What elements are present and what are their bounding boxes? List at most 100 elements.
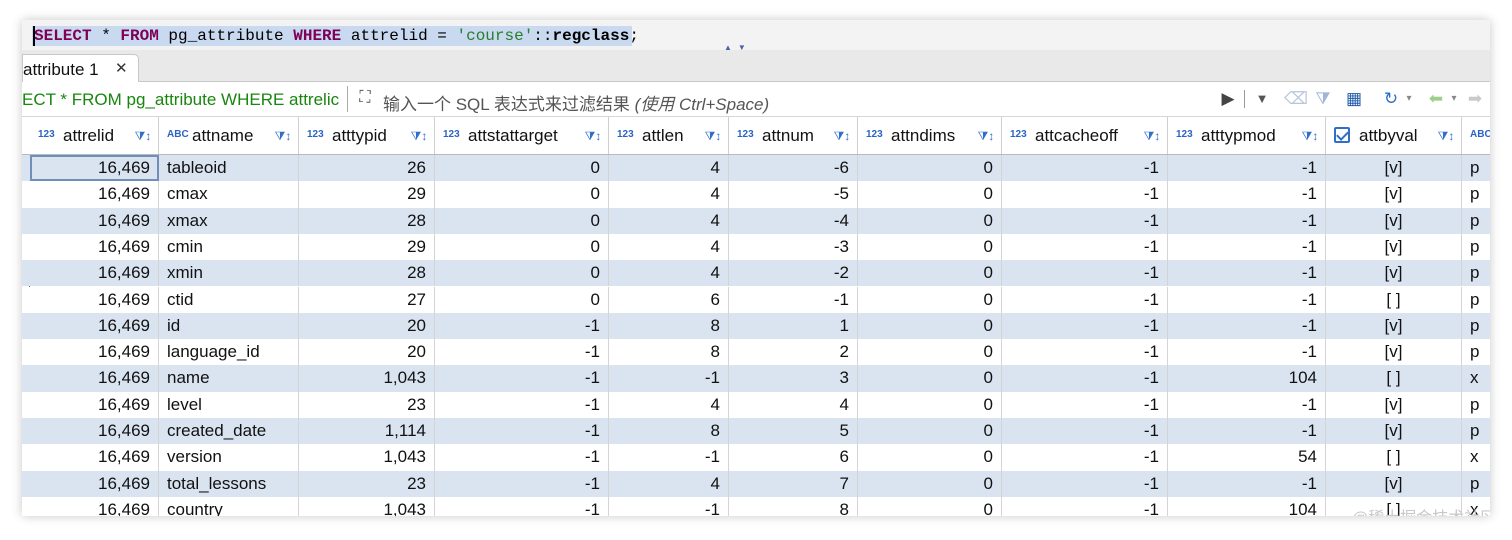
table-cell[interactable]: [v] [1326,233,1462,261]
table-cell[interactable]: p [1462,287,1490,313]
table-cell[interactable]: [v] [1326,312,1462,340]
table-cell[interactable]: -3 [729,233,858,261]
table-cell[interactable]: [v] [1326,260,1462,287]
table-cell[interactable]: 0 [858,418,1002,445]
table-cell[interactable]: -1 [1002,470,1168,497]
table-cell[interactable]: p [1462,392,1490,418]
table-cell[interactable]: 8 [729,496,858,516]
table-cell[interactable]: -4 [729,207,858,234]
table-cell[interactable]: [v] [1326,155,1462,182]
table-cell[interactable]: 1,043 [299,365,435,392]
table-cell[interactable]: -1 [435,365,609,392]
table-cell[interactable]: 7 [729,470,858,497]
table-row[interactable]: 16,469 total_lessons 23 -1 4 7 0 -1 -1 [v] p [22,470,1490,497]
table-cell[interactable]: cmin [159,233,299,261]
table-row[interactable]: 16,469 created_date 1,114 -1 8 5 0 -1 -1 [v] p [22,418,1490,445]
table-cell[interactable]: 20 [299,312,435,340]
table-row[interactable]: 16,469 cmin 29 0 4 -3 0 -1 -1 [v] p [22,233,1490,261]
table-cell[interactable]: -1 [1168,339,1326,366]
table-cell[interactable]: 0 [858,312,1002,340]
table-cell[interactable]: p [1462,208,1490,234]
table-cell[interactable]: 0 [435,181,609,208]
table-cell[interactable]: [ ] [1326,444,1462,471]
table-cell[interactable]: -1 [1168,181,1326,208]
table-cell[interactable]: 16,469 [30,181,159,208]
table-cell[interactable]: 16,469 [30,207,159,234]
table-cell[interactable]: -1 [435,470,609,497]
table-cell[interactable]: -1 [1002,444,1168,471]
column-header-atttypmod[interactable]: 123 atttypmod ⧩↕ [1168,117,1326,154]
table-cell[interactable]: -1 [1002,418,1168,445]
table-cell[interactable]: 0 [435,286,609,313]
table-cell[interactable]: 0 [858,444,1002,471]
table-cell[interactable]: -1 [1002,207,1168,234]
table-cell[interactable]: 1,043 [299,444,435,471]
table-cell[interactable]: 20 [299,339,435,366]
table-cell[interactable]: -2 [729,260,858,287]
table-cell[interactable]: 6 [729,444,858,471]
table-cell[interactable]: 1 [729,312,858,340]
column-filter-sort-icon[interactable]: ⧩↕ [1142,126,1162,146]
refresh-icon[interactable]: ↻ [1380,88,1402,110]
table-cell[interactable]: name [159,365,299,392]
table-cell[interactable]: 16,469 [30,470,159,497]
column-filter-sort-icon[interactable]: ⧩↕ [832,126,852,146]
table-cell[interactable]: -1 [435,418,609,445]
table-cell[interactable]: -1 [1002,286,1168,313]
table-cell[interactable]: 104 [1168,496,1326,516]
filter-query-prefix[interactable]: ECT * FROM pg_attribute WHERE attrelic [22,90,344,110]
table-cell[interactable]: 2 [729,339,858,366]
table-cell[interactable]: p [1462,260,1490,286]
table-row[interactable]: 16,469 id 20 -1 8 1 0 -1 -1 [v] p [22,312,1490,340]
table-cell[interactable]: tableoid [159,155,299,182]
column-header-attndims[interactable]: 123 attndims ⧩↕ [858,117,1002,154]
filter-clear-icon[interactable]: ⧩ [1312,88,1334,110]
table-cell[interactable]: -1 [435,391,609,418]
table-cell[interactable]: 0 [858,286,1002,313]
table-cell[interactable]: [ ] [1326,365,1462,392]
table-cell[interactable]: -1 [1002,312,1168,340]
table-cell[interactable]: -1 [1168,233,1326,261]
table-cell[interactable]: -1 [435,312,609,340]
table-cell[interactable]: [v] [1326,418,1462,445]
table-cell[interactable]: level [159,391,299,418]
table-cell[interactable]: -1 [1002,496,1168,516]
table-cell[interactable]: -1 [1168,391,1326,418]
table-cell[interactable]: [v] [1326,207,1462,234]
table-cell[interactable]: 16,469 [30,260,159,287]
table-cell[interactable]: 16,469 [30,391,159,418]
table-cell[interactable]: 0 [435,260,609,287]
table-cell[interactable]: p [1462,155,1490,181]
table-cell[interactable]: 104 [1168,365,1326,392]
column-header-attname[interactable]: ABC attname ⧩↕ [159,117,299,154]
table-cell[interactable]: -1 [1002,365,1168,392]
table-cell[interactable]: created_date [159,418,299,445]
table-cell[interactable]: cmax [159,181,299,208]
tab-attribute-1[interactable]: attribute 1 ✕ [22,54,139,83]
column-filter-sort-icon[interactable]: ⧩↕ [703,126,723,146]
table-cell[interactable]: -1 [1002,233,1168,261]
table-cell[interactable]: -1 [1168,155,1326,182]
apply-filter-icon[interactable]: ▶ [1220,88,1236,110]
table-cell[interactable]: [v] [1326,391,1462,418]
table-cell[interactable]: 0 [858,470,1002,497]
column-header-atttypid[interactable]: 123 atttypid ⧩↕ [299,117,435,154]
table-cell[interactable]: 4 [729,391,858,418]
table-row[interactable]: 16,469 version 1,043 -1 -1 6 0 -1 54[ ] x [22,444,1490,471]
table-cell[interactable]: 8 [609,418,729,445]
table-cell[interactable]: [v] [1326,181,1462,208]
table-cell[interactable]: -1 [1168,418,1326,445]
filter-input[interactable]: 输入一个 SQL 表达式来过滤结果 (使用 Ctrl+Space) [383,90,769,115]
table-cell[interactable]: 4 [609,181,729,208]
sql-statement[interactable]: SELECT * FROM pg_attribute WHERE attreli… [34,27,639,45]
table-cell[interactable]: p [1462,418,1490,444]
table-cell[interactable]: 16,469 [30,339,159,366]
table-cell[interactable]: 16,469 [30,233,159,261]
back-dropdown-icon[interactable]: ▾ [1448,88,1460,110]
table-cell[interactable]: 0 [858,496,1002,516]
eraser-icon[interactable]: ⌫ [1284,88,1308,110]
table-cell[interactable]: -1 [609,444,729,471]
table-row[interactable]: 16,469 xmin 28 0 4 -2 0 -1 -1 [v] p [22,260,1490,287]
close-icon[interactable]: ✕ [115,59,128,77]
table-cell[interactable]: 29 [299,181,435,208]
